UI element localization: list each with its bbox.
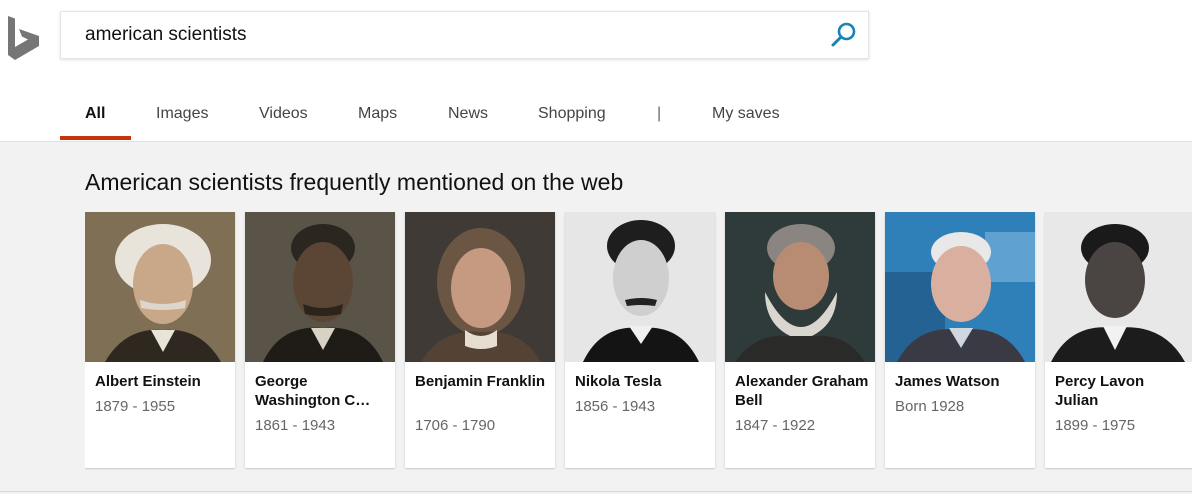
tab-images[interactable]: Images [156,92,208,138]
tab-my-saves[interactable]: My saves [712,92,780,138]
person-dates: 1879 - 1955 [95,398,176,415]
person-name: Percy Lavon Julian [1055,373,1145,409]
person-card[interactable]: Alexander Graham Bell 1847 - 1922 [725,212,875,468]
person-name: Alexander Graham Bell [735,373,869,409]
person-dates: 1706 - 1790 [415,417,496,434]
person-card[interactable]: Benjamin Franklin 1706 - 1790 [405,212,555,468]
person-dates: 1856 - 1943 [575,398,656,415]
tab-shopping[interactable]: Shopping [538,92,606,138]
person-card[interactable]: James Watson Born 1928 [885,212,1035,468]
person-photo [85,212,235,362]
people-carousel: Albert Einstein 1879 - 1955 George Washi… [85,212,1192,470]
person-name: Albert Einstein [95,373,201,390]
bing-logo-icon[interactable] [4,14,42,60]
person-photo [565,212,715,362]
search-icon [831,22,856,47]
person-dates: Born 1928 [895,398,965,415]
person-name: Benjamin Franklin [415,373,546,390]
person-card[interactable]: Albert Einstein 1879 - 1955 [85,212,235,468]
person-photo [725,212,875,362]
person-dates: 1861 - 1943 [255,417,336,434]
person-name: James Watson [895,373,1000,390]
tab-maps[interactable]: Maps [358,92,397,138]
bing-search-page: All Images Videos Maps News Shopping | M… [0,0,1192,494]
person-card[interactable]: Nikola Tesla 1856 - 1943 [565,212,715,468]
person-photo [245,212,395,362]
person-dates: 1847 - 1922 [735,417,816,434]
person-photo [885,212,1035,362]
tab-separator: | [657,105,662,122]
person-card[interactable]: George Washington C… 1861 - 1943 [245,212,395,468]
tab-videos[interactable]: Videos [259,92,308,138]
search-button[interactable] [828,19,860,51]
scope-tabs: All Images Videos Maps News Shopping | M… [60,92,960,140]
person-name: George Washington C… [255,373,371,409]
person-card[interactable]: Percy Lavon Julian 1899 - 1975 [1045,212,1192,468]
section-title: American scientists frequently mentioned… [85,169,624,195]
tab-news[interactable]: News [448,92,488,138]
person-photo [405,212,555,362]
tab-all[interactable]: All [85,92,105,138]
person-dates: 1899 - 1975 [1055,417,1136,434]
search-box [60,11,869,59]
person-name: Nikola Tesla [575,373,662,390]
active-tab-indicator [60,136,131,140]
search-input[interactable] [85,12,825,58]
divider [0,491,1192,492]
person-photo [1045,212,1192,362]
results-area: American scientists frequently mentioned… [0,141,1192,494]
